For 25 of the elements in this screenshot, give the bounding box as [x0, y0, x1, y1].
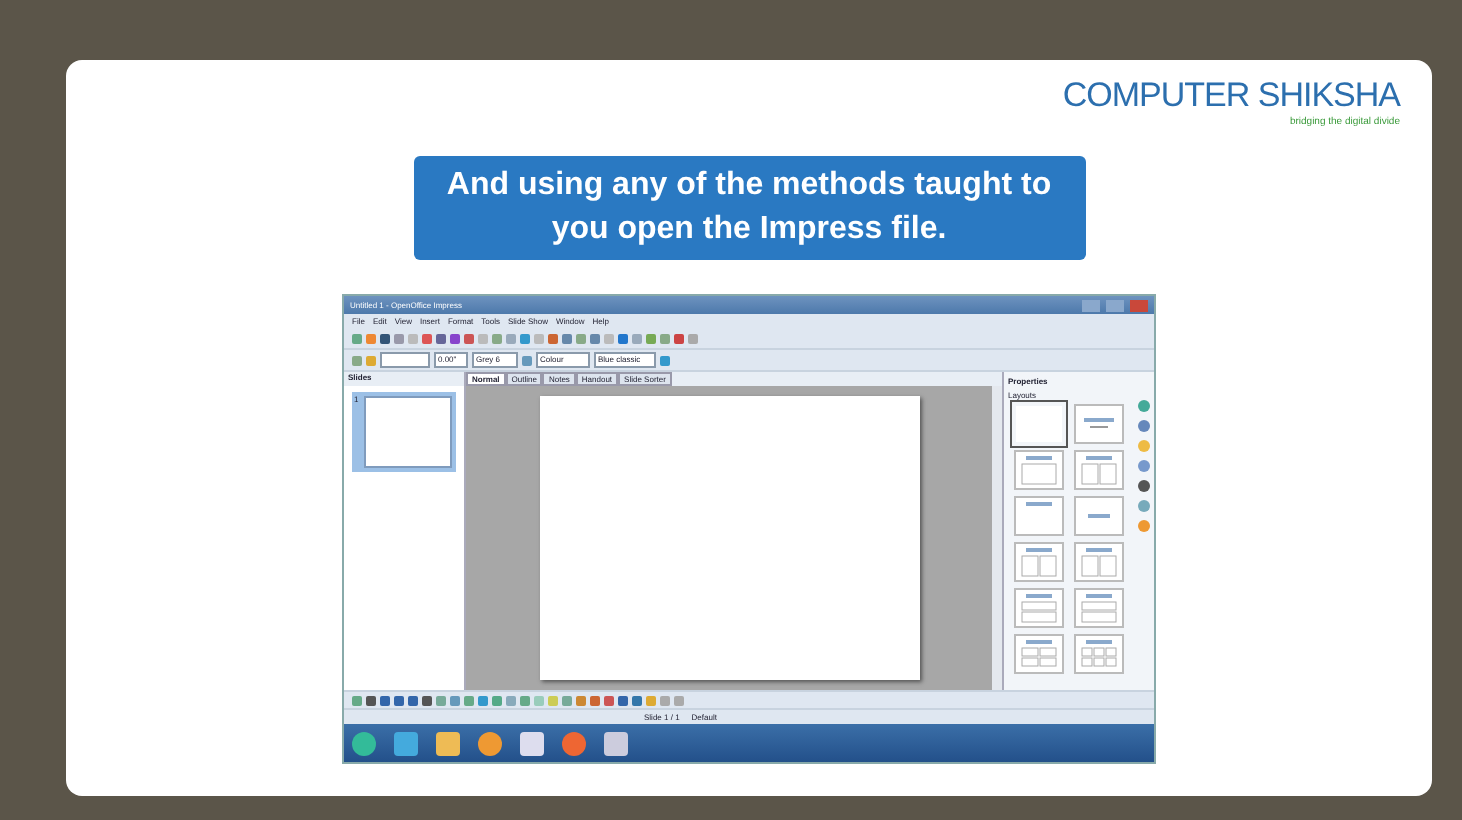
maximize-button[interactable]	[1106, 299, 1124, 311]
layout-thumbnail[interactable]	[1075, 498, 1121, 534]
layout-thumbnail[interactable]	[1075, 452, 1121, 488]
layout-thumbnail[interactable]	[1016, 636, 1062, 672]
close-button[interactable]	[1130, 299, 1148, 311]
layout-thumbnail[interactable]	[1016, 452, 1062, 488]
minimize-button[interactable]	[1082, 299, 1100, 311]
start-button[interactable]	[352, 731, 376, 755]
taskbar-icon[interactable]	[562, 731, 586, 755]
taskbar-icon[interactable]	[394, 731, 418, 755]
layout-thumbnail[interactable]	[1075, 406, 1121, 442]
taskbar-icon[interactable]	[436, 731, 460, 755]
banner-text: And using any of the methods taught to you open the Impress file.	[413, 156, 1085, 260]
logo-name: COMPUTER SHIKSHA	[1062, 76, 1400, 116]
layout-thumbnail[interactable]	[1075, 636, 1121, 672]
layout-thumbnail[interactable]	[1016, 544, 1062, 580]
taskbar-icon[interactable]	[604, 731, 628, 755]
layout-thumbnail[interactable]	[1075, 590, 1121, 626]
taskbar-icon[interactable]	[520, 731, 544, 755]
layout-thumbnail[interactable]	[1075, 544, 1121, 580]
line-style-dropdown[interactable]	[380, 352, 430, 368]
layout-thumbnail[interactable]	[1016, 590, 1062, 626]
layout-thumbnail[interactable]	[1016, 498, 1062, 534]
tool-icon[interactable]	[660, 355, 670, 365]
taskbar-icon[interactable]	[478, 731, 502, 755]
